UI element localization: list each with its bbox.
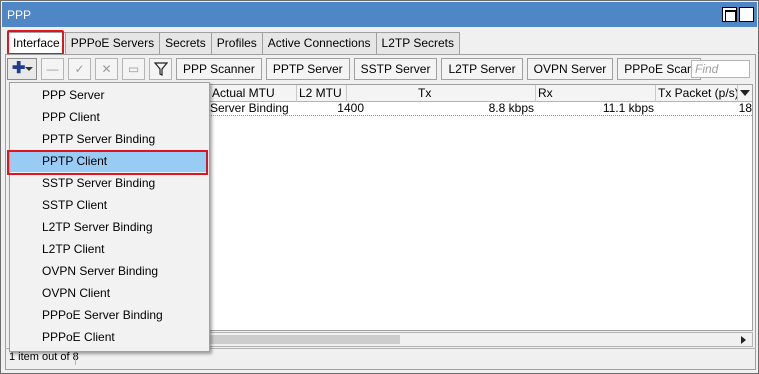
remove-icon: —	[46, 62, 59, 76]
column-menu-icon[interactable]	[740, 90, 750, 96]
cell-actual-mtu: 1400	[337, 102, 364, 115]
ovpn-server-button[interactable]: OVPN Server	[526, 58, 614, 80]
toolbar: ✚ — ✓ ✕ ▭ PPP Scanner PPTP Server SSTP S…	[7, 58, 705, 80]
scroll-right-icon[interactable]	[741, 336, 746, 344]
pptp-server-button[interactable]: PPTP Server	[265, 58, 350, 80]
menu-item-sstp-client[interactable]: SSTP Client	[10, 194, 209, 216]
add-icon: ✚	[12, 60, 26, 77]
cell-tx-packet: 18	[738, 102, 752, 115]
cell-rx: 11.1 kbps	[602, 102, 654, 115]
restore-button[interactable]	[722, 7, 737, 22]
enable-button[interactable]: ✓	[68, 58, 91, 80]
item-count: 1 item out of 8	[9, 351, 79, 363]
chevron-down-icon	[25, 67, 33, 71]
menu-item-pptp-server-binding[interactable]: PPTP Server Binding	[10, 128, 209, 150]
tab-active-connections[interactable]: Active Connections	[261, 32, 377, 54]
ppp-scanner-button[interactable]: PPP Scanner	[176, 58, 262, 80]
menu-item-l2tp-server-binding[interactable]: L2TP Server Binding	[10, 216, 209, 238]
comment-icon: ▭	[127, 62, 140, 76]
menu-item-pptp-client[interactable]: PPTP Client	[10, 150, 207, 172]
tab-interface[interactable]: Interface	[7, 32, 66, 54]
tab-bar: Interface PPPoE Servers Secrets Profiles…	[7, 32, 460, 54]
find-input[interactable]: Find	[691, 60, 750, 78]
column-l2-mtu[interactable]: L2 MTU	[297, 85, 347, 102]
disable-icon: ✕	[101, 62, 112, 76]
title-bar[interactable]: PPP ×	[2, 2, 757, 27]
menu-item-l2tp-client[interactable]: L2TP Client	[10, 238, 209, 260]
close-button[interactable]: ×	[739, 6, 754, 22]
filter-icon	[153, 62, 168, 76]
tab-secrets[interactable]: Secrets	[159, 32, 212, 54]
tab-l2tp-secrets[interactable]: L2TP Secrets	[375, 32, 460, 54]
tab-pppoe-servers[interactable]: PPPoE Servers	[64, 32, 161, 54]
cell-type: Server Binding	[210, 102, 289, 115]
cell-tx: 8.8 kbps	[488, 102, 534, 115]
menu-item-ppp-client[interactable]: PPP Client	[10, 106, 209, 128]
enable-icon: ✓	[74, 62, 85, 76]
menu-item-pppoe-server-binding[interactable]: PPPoE Server Binding	[10, 304, 209, 326]
column-rx[interactable]: Rx	[536, 85, 656, 102]
tab-profiles[interactable]: Profiles	[210, 32, 263, 54]
menu-item-sstp-server-binding[interactable]: SSTP Server Binding	[10, 172, 209, 194]
add-button[interactable]: ✚	[7, 58, 37, 80]
close-icon: ×	[742, 6, 751, 21]
comment-button[interactable]: ▭	[122, 58, 145, 80]
window-title: PPP	[7, 8, 32, 22]
ppp-window: PPP × Interface PPPoE Servers Secrets Pr…	[0, 0, 759, 374]
add-dropdown-menu: PPP Server PPP Client PPTP Server Bindin…	[9, 82, 210, 352]
menu-item-ovpn-client[interactable]: OVPN Client	[10, 282, 209, 304]
column-actual-mtu[interactable]: Actual MTU	[210, 85, 297, 102]
menu-item-pppoe-client[interactable]: PPPoE Client	[10, 326, 209, 348]
menu-item-ovpn-server-binding[interactable]: OVPN Server Binding	[10, 260, 209, 282]
sstp-server-button[interactable]: SSTP Server	[353, 58, 438, 80]
remove-button[interactable]: —	[41, 58, 64, 80]
column-tx-packet[interactable]: Tx Packet (p/s)	[656, 85, 738, 102]
pppoe-scan-button[interactable]: PPPoE Scan	[617, 58, 701, 80]
filter-button[interactable]	[149, 58, 172, 80]
scrollbar-thumb[interactable]	[210, 335, 400, 344]
column-tx[interactable]: Tx	[416, 85, 536, 102]
menu-item-ppp-server[interactable]: PPP Server	[10, 84, 209, 106]
disable-button[interactable]: ✕	[95, 58, 118, 80]
l2tp-server-button[interactable]: L2TP Server	[441, 58, 523, 80]
